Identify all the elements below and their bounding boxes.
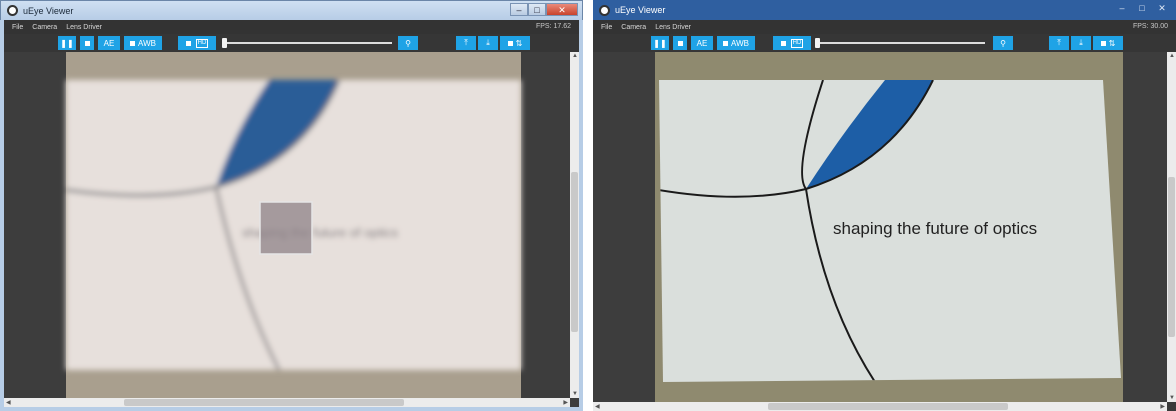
ae-label: AE [696,38,708,48]
square-icon [130,40,136,46]
square-icon [780,40,786,46]
fps-readout: FPS: 30.00 [1132,23,1168,30]
toolbar: ❚❚ AE AWB HD ⚲ ⤒ ⤓ ⇅ [593,34,1176,52]
arrows-button[interactable]: ⇅ [1093,36,1123,50]
minimize-button[interactable]: – [510,3,528,16]
camera-frame: shaping the future of optics [4,52,579,407]
minimize-button[interactable]: – [1112,2,1132,15]
download-button[interactable]: ⤓ [478,36,498,50]
menu-lens-driver[interactable]: Lens Driver [655,24,691,31]
horizontal-scrollbar[interactable]: ◀ ▶ [4,398,570,407]
menu-file[interactable]: File [12,24,23,31]
arrows-button[interactable]: ⇅ [500,36,530,50]
download-icon: ⤓ [1079,38,1083,47]
window-controls: – □ ✕ [1112,2,1172,15]
download-button[interactable]: ⤓ [1071,36,1091,50]
scroll-up-arrow[interactable]: ▲ [572,53,578,59]
awb-button[interactable]: AWB [124,36,162,50]
close-button[interactable]: ✕ [546,3,578,16]
scroll-down-arrow[interactable]: ▼ [1169,395,1175,401]
title-bar[interactable]: uEye Viewer – □ ✕ [593,0,1176,20]
toolbar: ❚❚ AE AWB HD ⚲ ⤒ ⤓ ⇅ [4,34,579,52]
up-down-arrows-icon: ⇅ [1108,38,1116,48]
zoom-button[interactable]: ⚲ [398,36,418,50]
horizontal-scroll-thumb[interactable] [768,403,1008,410]
scroll-up-arrow[interactable]: ▲ [1169,53,1175,59]
maximize-button[interactable]: □ [528,3,546,16]
hd-label: HD [195,38,209,48]
menu-file[interactable]: File [601,24,612,31]
uEye-viewer-window-2: uEye Viewer – □ ✕ File Camera Lens Drive… [593,0,1176,411]
vertical-scrollbar[interactable]: ▲ ▼ [1167,52,1176,402]
pause-button[interactable]: ❚❚ [58,36,76,50]
menu-bar: File Camera Lens Driver FPS: 30.00 [593,20,1176,34]
ae-button[interactable]: AE [98,36,120,50]
upload-button[interactable]: ⤒ [456,36,476,50]
ae-button[interactable]: AE [691,36,713,50]
square-icon [677,40,683,46]
app-icon [599,4,610,16]
square-icon [84,40,90,46]
awb-label: AWB [138,38,156,48]
hd-button[interactable]: HD [178,36,216,50]
maximize-button[interactable]: □ [1132,2,1152,15]
up-down-arrows-icon: ⇅ [515,38,523,48]
upload-button[interactable]: ⤒ [1049,36,1069,50]
hd-label: HD [790,38,804,48]
title-bar[interactable]: uEye Viewer – □ ✕ [0,0,583,20]
close-button[interactable]: ✕ [1152,2,1172,15]
scroll-right-arrow[interactable]: ▶ [563,399,568,406]
square-icon [507,40,513,46]
scroll-left-arrow[interactable]: ◀ [6,399,11,406]
pause-icon: ❚❚ [653,38,667,48]
pause-button[interactable]: ❚❚ [651,36,669,50]
square-icon [1100,40,1106,46]
card-text: shaping the future of optics [833,219,1037,238]
vertical-scroll-thumb[interactable] [1168,177,1175,337]
zoom-slider[interactable] [222,42,392,44]
horizontal-scroll-thumb[interactable] [124,399,404,406]
square-icon [185,40,191,46]
vertical-scroll-thumb[interactable] [571,172,578,332]
zoom-icon: ⚲ [405,38,411,48]
pause-icon: ❚❚ [60,38,74,48]
uEye-viewer-window-1: uEye Viewer – □ ✕ File Camera Lens Drive… [0,0,583,411]
upload-icon: ⤒ [464,38,468,47]
menu-bar: File Camera Lens Driver FPS: 17.62 [4,20,579,34]
square-icon [723,40,729,46]
menu-camera[interactable]: Camera [621,24,646,31]
menu-lens-driver[interactable]: Lens Driver [66,24,102,31]
window-controls: – □ ✕ [510,3,578,16]
scroll-left-arrow[interactable]: ◀ [595,403,600,410]
zoom-slider-knob[interactable] [222,38,227,48]
camera-view[interactable]: shaping the future of optics [4,52,579,407]
snapshot-toggle[interactable] [673,36,687,50]
hd-button[interactable]: HD [773,36,811,50]
snapshot-toggle[interactable] [80,36,94,50]
zoom-button[interactable]: ⚲ [993,36,1013,50]
vertical-scrollbar[interactable]: ▲ ▼ [570,52,579,398]
scroll-down-arrow[interactable]: ▼ [572,391,578,397]
ae-label: AE [103,38,115,48]
camera-view[interactable]: shaping the future of optics [593,52,1167,402]
horizontal-scrollbar[interactable]: ◀ ▶ [593,402,1167,411]
window-title: uEye Viewer [615,5,666,15]
zoom-slider-knob[interactable] [815,38,820,48]
focus-roi-box[interactable] [259,201,313,255]
upload-icon: ⤒ [1057,38,1061,47]
menu-camera[interactable]: Camera [32,24,57,31]
camera-frame: shaping the future of optics [593,52,1167,402]
fps-readout: FPS: 17.62 [535,23,571,30]
zoom-icon: ⚲ [1000,38,1006,48]
download-icon: ⤓ [486,38,490,47]
zoom-slider[interactable] [815,42,985,44]
awb-button[interactable]: AWB [717,36,755,50]
window-title: uEye Viewer [23,5,74,16]
awb-label: AWB [731,38,749,48]
scroll-right-arrow[interactable]: ▶ [1160,403,1165,410]
app-icon [7,5,18,16]
